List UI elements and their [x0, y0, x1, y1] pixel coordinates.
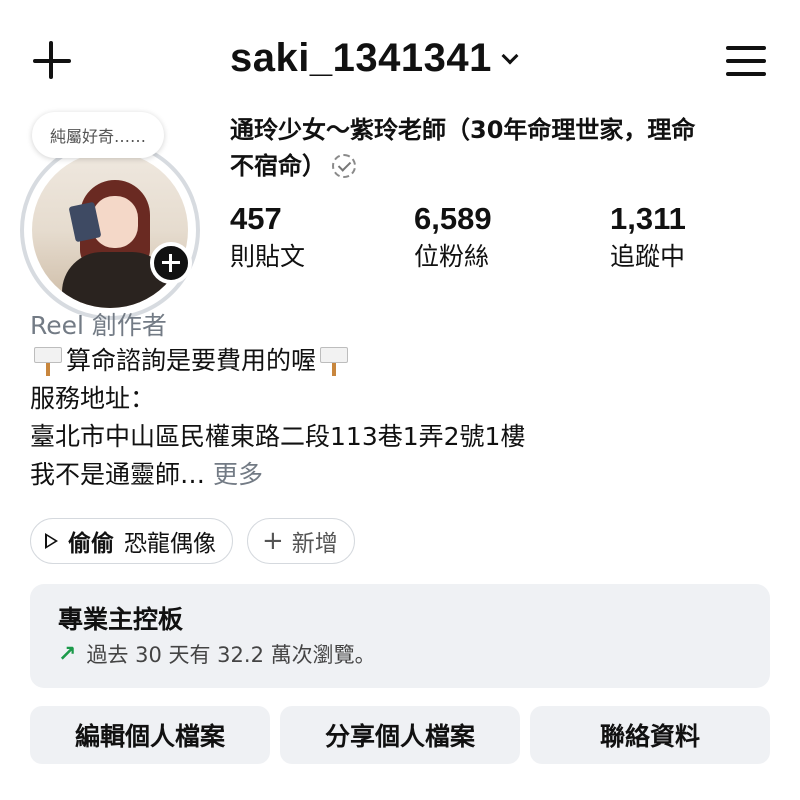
sign-icon — [318, 345, 350, 377]
avatar-area: 純屬好奇…… — [18, 112, 208, 320]
plus-small-icon: + — [262, 526, 284, 556]
add-story-icon[interactable] — [150, 242, 192, 284]
plus-icon[interactable] — [30, 40, 74, 84]
action-buttons: 編輯個人檔案 分享個人檔案 聯絡資料 — [30, 706, 780, 764]
bio-line-4: 我不是通靈師… — [30, 460, 206, 489]
edit-profile-button[interactable]: 編輯個人檔案 — [30, 706, 270, 764]
display-name-text: 通玲少女～紫玲老師（30年命理世家，理命不宿命） — [230, 116, 696, 180]
avatar-face — [92, 196, 138, 248]
stat-following-count: 1,311 — [610, 201, 686, 236]
chips-row: 偷偷 恐龍偶像 + 新增 — [30, 518, 369, 564]
music-chip[interactable]: 偷偷 恐龍偶像 — [30, 518, 233, 564]
professional-dashboard[interactable]: 專業主控板 ↗ 過去 30 天有 32.2 萬次瀏覽。 — [30, 584, 770, 688]
dashboard-title: 專業主控板 — [58, 605, 184, 634]
stat-following[interactable]: 1,311 追蹤中 — [610, 200, 686, 276]
menu-bar — [726, 72, 766, 76]
username: saki_1341341 — [230, 36, 492, 80]
chevron-down-icon — [501, 47, 519, 64]
contact-button[interactable]: 聯絡資料 — [530, 706, 770, 764]
dashboard-subtitle-row: ↗ 過去 30 天有 32.2 萬次瀏覽。 — [58, 638, 742, 672]
bio-line-2: 服務地址： — [30, 384, 156, 413]
top-bar: saki_1341341 — [0, 0, 800, 120]
menu-bar — [726, 46, 766, 50]
bio-line: 我不是通靈師… 更多 — [30, 456, 770, 494]
stat-following-label: 追蹤中 — [610, 242, 686, 271]
account-switcher[interactable]: saki_1341341 — [230, 36, 519, 81]
category-label: Reel 創作者 — [30, 311, 167, 340]
bio-line-1: 算命諮詢是要費用的喔 — [66, 346, 317, 375]
stat-posts-count: 457 — [230, 201, 282, 236]
avatar[interactable] — [32, 152, 188, 308]
music-title: 恐龍偶像 — [124, 531, 216, 557]
play-icon — [45, 533, 58, 549]
note-bubble[interactable]: 純屬好奇…… — [32, 112, 165, 158]
stat-followers[interactable]: 6,589 位粉絲 — [414, 200, 492, 276]
display-name: 通玲少女～紫玲老師（30年命理世家，理命不宿命） — [230, 112, 700, 184]
verified-icon — [332, 154, 356, 178]
add-chip-label: 新增 — [291, 531, 338, 557]
add-chip[interactable]: + 新增 — [247, 518, 355, 564]
stat-followers-label: 位粉絲 — [414, 242, 490, 271]
share-profile-button[interactable]: 分享個人檔案 — [280, 706, 520, 764]
music-artist: 偷偷 — [68, 531, 114, 557]
bio: 算命諮詢是要費用的喔 服務地址： 臺北市中山區民權東路二段113巷1弄2號1樓 … — [30, 342, 770, 494]
more-link[interactable]: 更多 — [213, 456, 263, 494]
stat-posts[interactable]: 457 則貼文 — [230, 200, 305, 276]
stat-posts-label: 則貼文 — [230, 242, 306, 271]
stat-followers-count: 6,589 — [414, 201, 492, 236]
menu-icon[interactable] — [724, 44, 768, 78]
sign-icon — [32, 345, 64, 377]
menu-bar — [726, 59, 766, 63]
bio-line-3: 臺北市中山區民權東路二段113巷1弄2號1樓 — [30, 422, 526, 451]
dashboard-subtitle: 過去 30 天有 32.2 萬次瀏覽。 — [86, 643, 376, 667]
bio-line: 算命諮詢是要費用的喔 — [30, 342, 770, 380]
trend-up-icon: ↗ — [58, 642, 77, 667]
